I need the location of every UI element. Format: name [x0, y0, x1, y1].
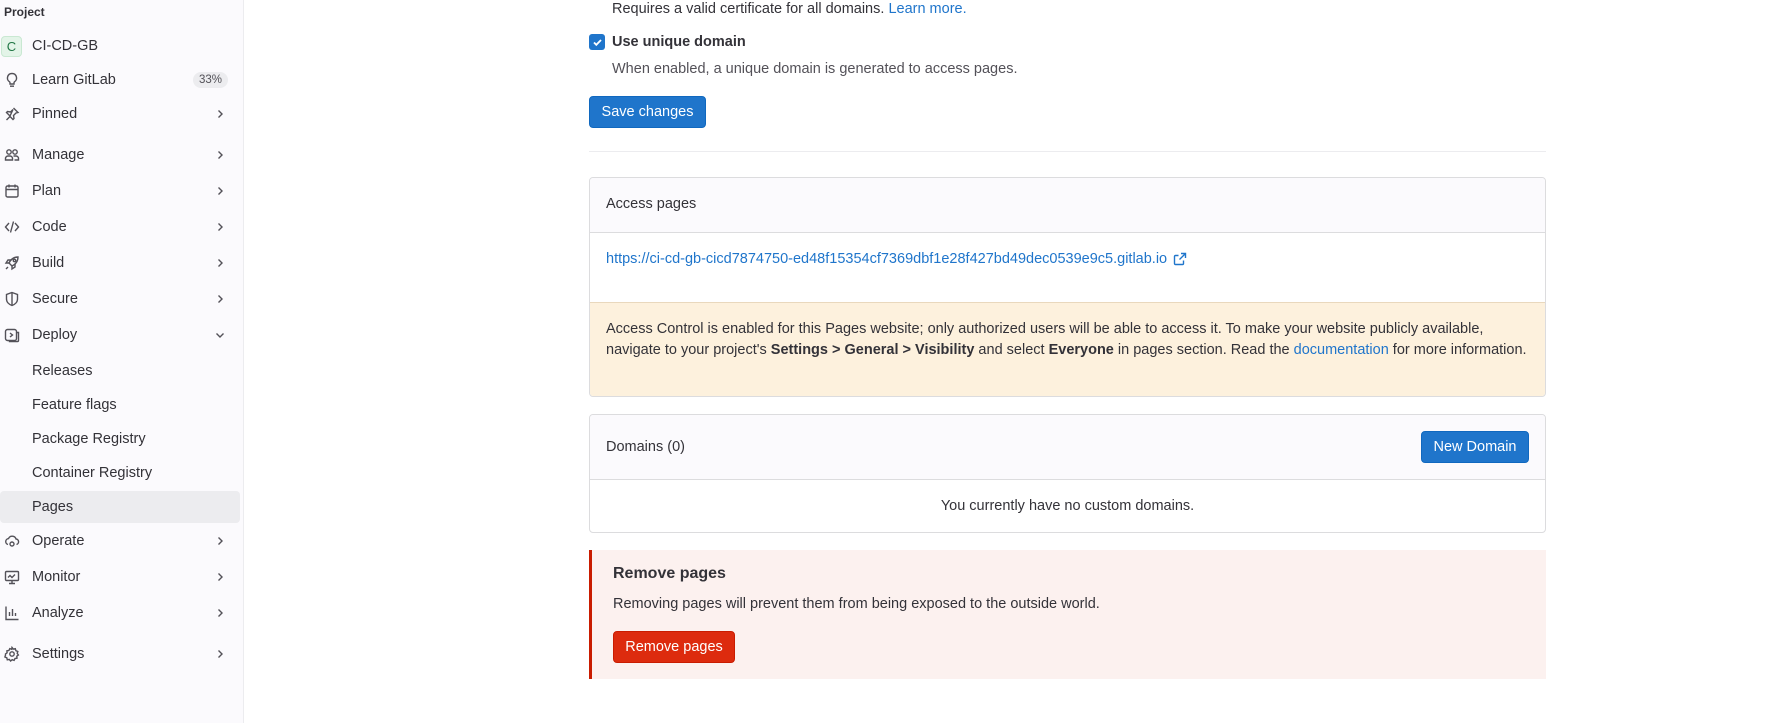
remove-pages-section: Remove pages Removing pages will prevent…	[589, 550, 1546, 679]
chevron-right-icon	[214, 185, 226, 197]
project-avatar: C	[1, 35, 22, 57]
sidebar-item-secure[interactable]: Secure	[0, 283, 240, 315]
sidebar-item-label: Deploy	[32, 327, 78, 343]
sidebar-item-label: Code	[32, 219, 67, 235]
sidebar-subitem-label: Feature flags	[32, 397, 117, 413]
sidebar-item-label: Secure	[32, 291, 78, 307]
section-divider	[589, 151, 1546, 152]
sidebar-item-label: Learn GitLab	[32, 72, 116, 88]
https-help-text: Requires a valid certificate for all dom…	[612, 1, 967, 17]
warning-everyone: Everyone	[1048, 342, 1114, 358]
progress-badge: 33%	[192, 72, 228, 88]
calendar-icon	[3, 182, 21, 200]
sidebar-item-deploy[interactable]: Deploy	[0, 319, 240, 351]
sidebar-subitem-label: Pages	[32, 499, 74, 515]
access-pages-body: https://ci-cd-gb-cicd7874750-ed48f15354c…	[590, 233, 1545, 303]
chart-icon	[3, 604, 21, 622]
sidebar-item-settings[interactable]: Settings	[0, 638, 240, 670]
access-pages-title: Access pages	[606, 196, 697, 212]
sidebar-item-label: Plan	[32, 183, 62, 199]
sidebar-subitem-label: Releases	[32, 363, 93, 379]
sidebar-subitem-releases[interactable]: Releases	[0, 355, 240, 387]
chevron-right-icon	[214, 108, 226, 120]
documentation-link[interactable]: documentation	[1294, 342, 1389, 358]
remove-pages-title: Remove pages	[613, 565, 726, 582]
sidebar-item-code[interactable]: Code	[0, 211, 240, 243]
sidebar-subitem-package-registry[interactable]: Package Registry	[0, 423, 240, 455]
users-icon	[3, 146, 21, 164]
code-icon	[3, 218, 21, 236]
remove-pages-description: Removing pages will prevent them from be…	[613, 596, 1100, 612]
sidebar-item-label: Settings	[32, 646, 85, 662]
chevron-right-icon	[214, 535, 226, 547]
chevron-right-icon	[214, 607, 226, 619]
access-pages-header: Access pages	[590, 178, 1545, 233]
remove-pages-button[interactable]: Remove pages	[613, 631, 735, 663]
sidebar-item-label: Pinned	[32, 106, 78, 122]
https-help-label: Requires a valid certificate for all dom…	[612, 1, 885, 17]
sidebar-item-label: Analyze	[32, 605, 84, 621]
thumbtack-icon	[3, 105, 21, 123]
sidebar-subitem-feature-flags[interactable]: Feature flags	[0, 389, 240, 421]
sidebar-item-pinned[interactable]: Pinned	[0, 98, 240, 130]
deploy-icon	[3, 326, 21, 344]
domains-header: Domains (0) New Domain	[590, 415, 1545, 480]
domains-title: Domains (0)	[606, 439, 685, 455]
sidebar-item-label: CI-CD-GB	[32, 38, 99, 54]
sidebar-item-learn-gitlab[interactable]: Learn GitLab 33%	[0, 64, 240, 96]
sidebar: Project C CI-CD-GB Learn GitLab 33% Pinn…	[0, 0, 244, 723]
sidebar-subitem-container-registry[interactable]: Container Registry	[0, 457, 240, 489]
access-pages-card: Access pages https://ci-cd-gb-cicd787475…	[589, 177, 1546, 397]
sidebar-item-monitor[interactable]: Monitor	[0, 561, 240, 593]
chevron-right-icon	[214, 293, 226, 305]
domains-body: You currently have no custom domains.	[590, 480, 1545, 532]
sidebar-subitem-label: Container Registry	[32, 465, 153, 481]
sidebar-subitem-label: Package Registry	[32, 431, 146, 447]
check-icon	[592, 38, 602, 46]
sidebar-section-label: Project	[4, 5, 45, 19]
domains-card: Domains (0) New Domain You currently hav…	[589, 414, 1546, 533]
unique-domain-checkbox[interactable]	[589, 34, 605, 50]
sidebar-item-analyze[interactable]: Analyze	[0, 597, 240, 629]
unique-domain-help: When enabled, a unique domain is generat…	[612, 61, 1018, 77]
chevron-right-icon	[214, 571, 226, 583]
sidebar-item-label: Build	[32, 255, 65, 271]
pages-url-link[interactable]: https://ci-cd-gb-cicd7874750-ed48f15354c…	[606, 251, 1187, 267]
monitor-icon	[3, 568, 21, 586]
new-domain-button[interactable]: New Domain	[1421, 431, 1529, 463]
sidebar-subitem-pages[interactable]: Pages	[0, 491, 240, 523]
sidebar-item-label: Manage	[32, 147, 85, 163]
warning-text: in pages section. Read the	[1113, 342, 1294, 358]
learn-more-link[interactable]: Learn more.	[888, 1, 966, 17]
external-link-icon	[1173, 252, 1187, 266]
chevron-right-icon	[214, 221, 226, 233]
warning-settings-path: Settings > General > Visibility	[770, 342, 975, 358]
save-changes-button[interactable]: Save changes	[589, 96, 706, 128]
gear-icon	[3, 645, 21, 663]
chevron-down-icon	[214, 329, 226, 341]
chevron-right-icon	[214, 648, 226, 660]
domains-empty-text: You currently have no custom domains.	[940, 498, 1195, 514]
sidebar-item-label: Monitor	[32, 569, 81, 585]
sidebar-item-operate[interactable]: Operate	[0, 525, 240, 557]
sidebar-item-manage[interactable]: Manage	[0, 139, 240, 171]
chevron-right-icon	[214, 257, 226, 269]
cloud-gear-icon	[3, 532, 21, 550]
access-control-warning: Access Control is enabled for this Pages…	[590, 302, 1545, 396]
sidebar-item-plan[interactable]: Plan	[0, 175, 240, 207]
sidebar-item-label: Operate	[32, 533, 85, 549]
unique-domain-label: Use unique domain	[612, 34, 746, 50]
shield-icon	[3, 290, 21, 308]
warning-text: for more information.	[1388, 342, 1527, 358]
lightbulb-icon	[3, 71, 21, 89]
warning-text: and select	[974, 342, 1049, 358]
rocket-icon	[3, 254, 21, 272]
chevron-right-icon	[214, 149, 226, 161]
sidebar-item-project[interactable]: C CI-CD-GB	[0, 30, 240, 62]
sidebar-item-build[interactable]: Build	[0, 247, 240, 279]
pages-url-text: https://ci-cd-gb-cicd7874750-ed48f15354c…	[606, 251, 1168, 267]
